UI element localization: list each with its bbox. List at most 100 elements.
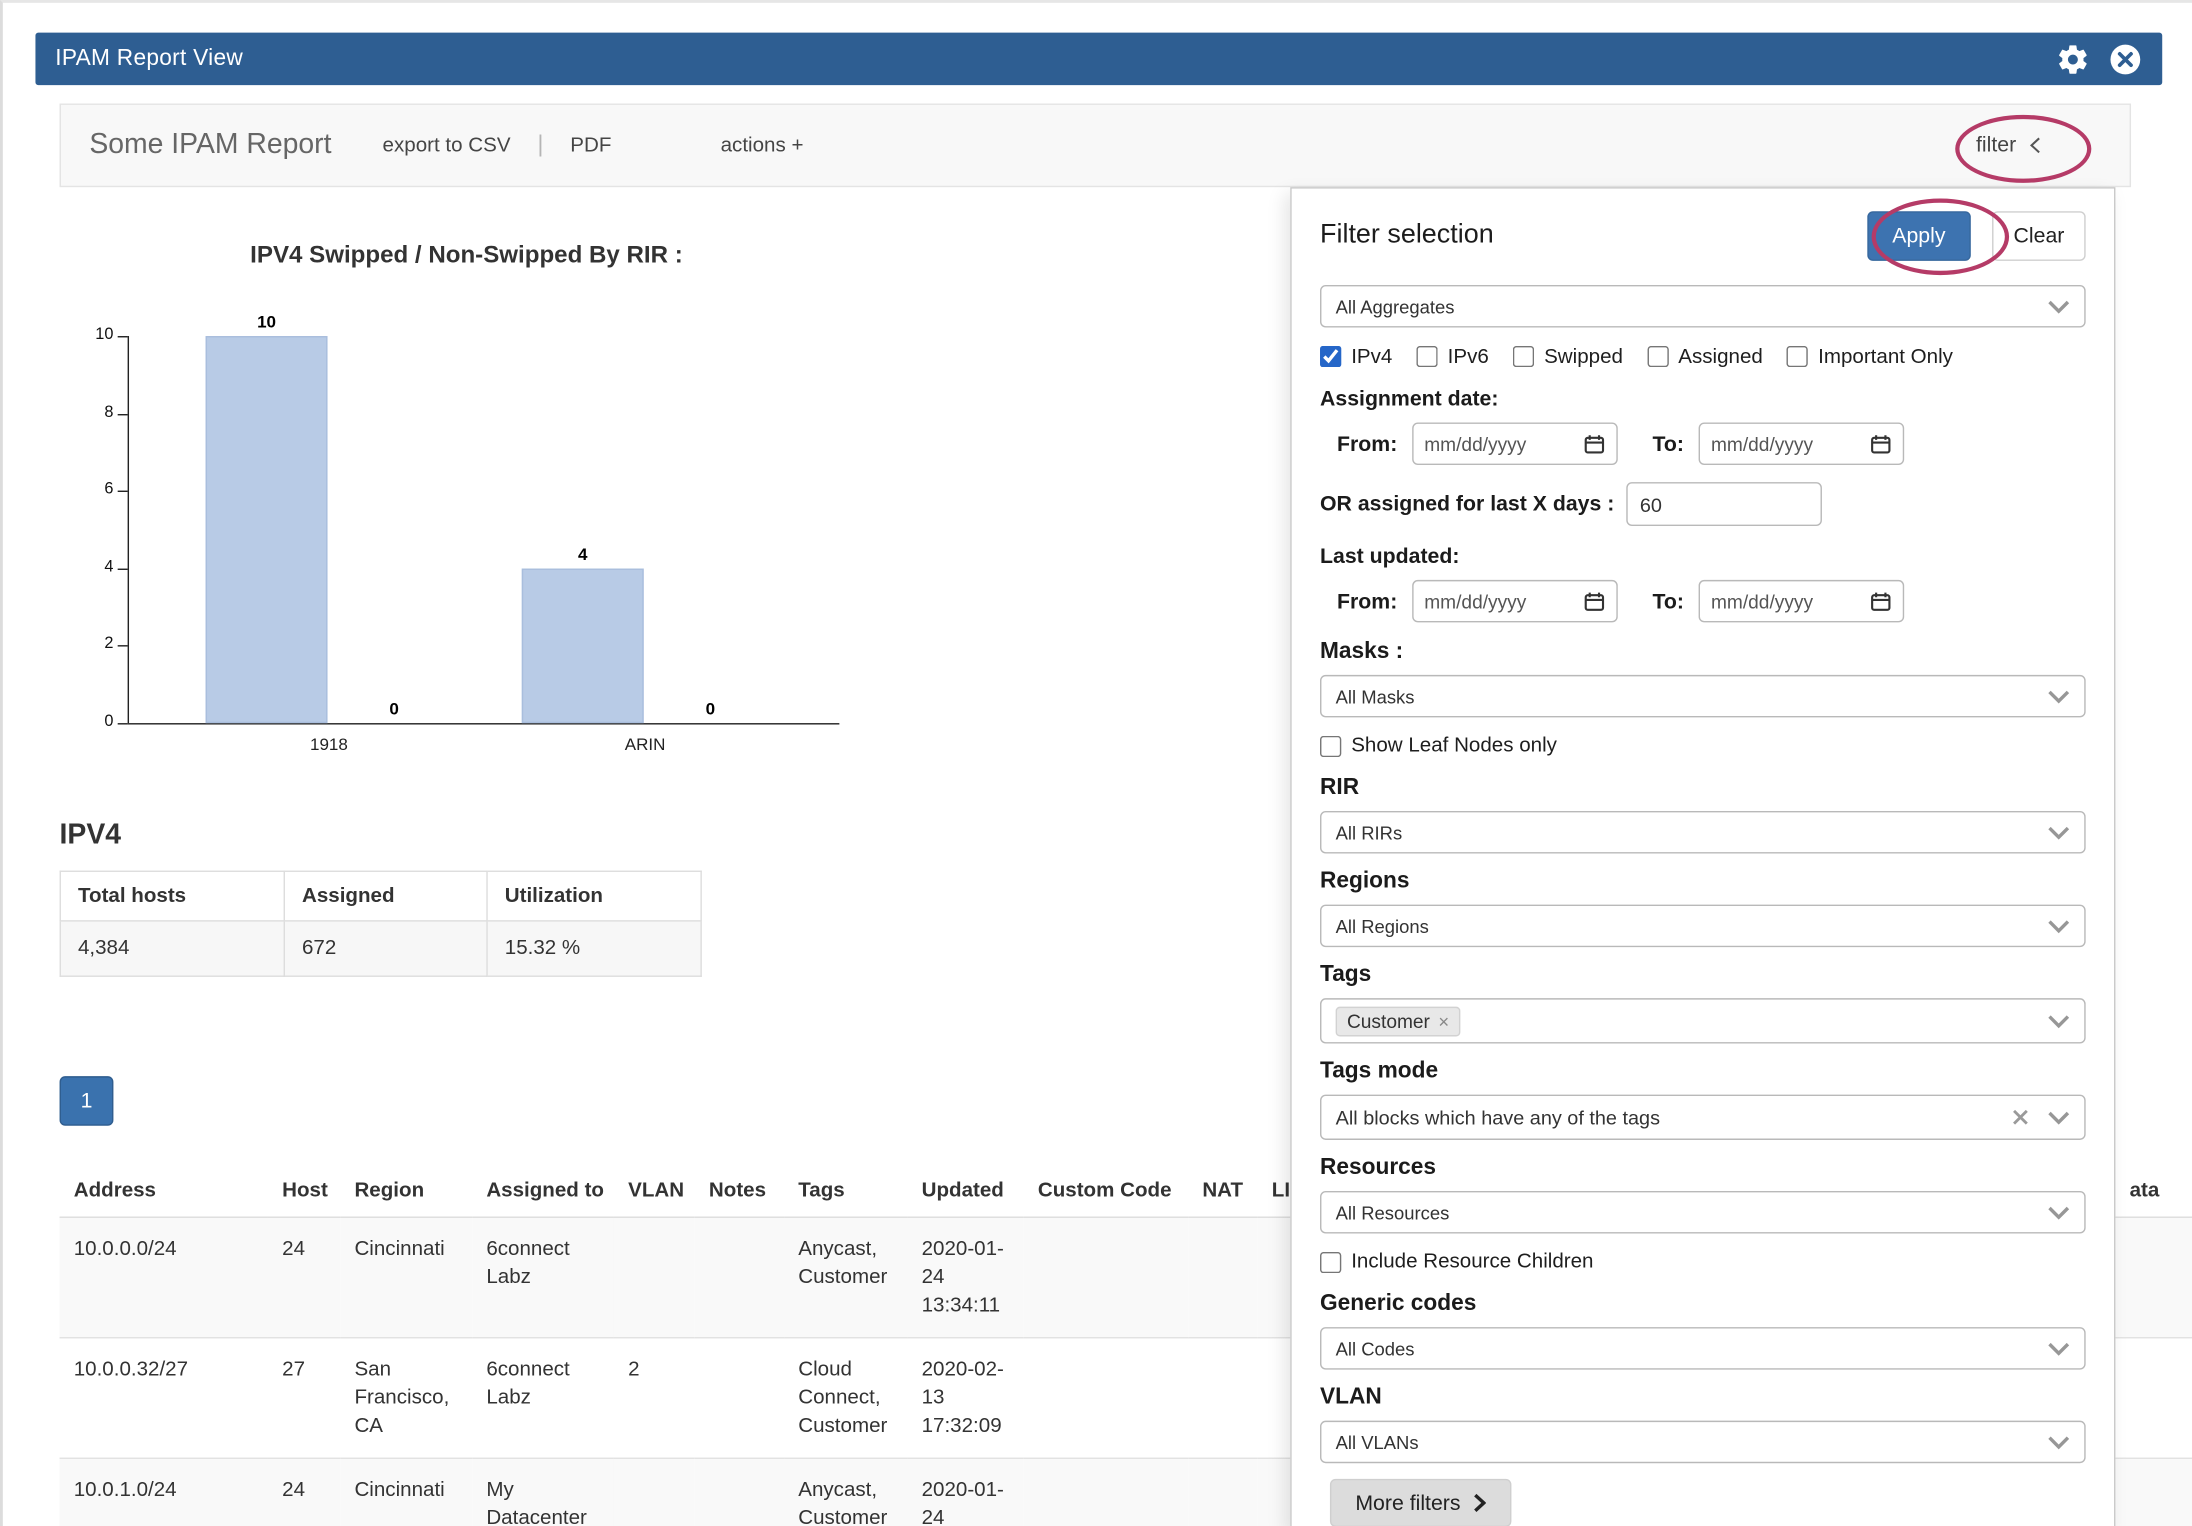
clear-button[interactable]: Clear	[1992, 211, 2085, 261]
y-tick-label: 10	[62, 326, 113, 343]
checkbox-assigned[interactable]: Assigned	[1647, 345, 1763, 368]
vlan-select-value: All VLANs	[1336, 1431, 1419, 1452]
checkbox-ipv4-input[interactable]	[1320, 346, 1341, 367]
bar-ARIN	[522, 568, 644, 723]
checkbox-swipped-input[interactable]	[1513, 346, 1534, 367]
updated-from-date-input[interactable]: mm/dd/yyyy	[1411, 580, 1617, 623]
filter-panel-title: Filter selection	[1320, 220, 1494, 251]
close-icon[interactable]	[2108, 42, 2142, 76]
chevron-down-icon	[2047, 1013, 2070, 1029]
updated-to-date-input[interactable]: mm/dd/yyyy	[1698, 580, 1904, 623]
table-cell	[2115, 1338, 2192, 1459]
pagination-page-1-button[interactable]: 1	[60, 1076, 114, 1126]
checkbox-important-only-input[interactable]	[1787, 346, 1808, 367]
chevron-down-icon	[2047, 1204, 2070, 1220]
table-cell: San Francisco, CA	[340, 1338, 472, 1459]
checkbox-label: Assigned	[1678, 345, 1763, 368]
checkbox-swipped[interactable]: Swipped	[1513, 345, 1623, 368]
actions-menu-button[interactable]: actions +	[721, 134, 804, 157]
vlan-select[interactable]: All VLANs	[1320, 1421, 2086, 1464]
table-cell: 2020-02-13 17:32:09	[907, 1338, 1023, 1459]
y-tick-label: 2	[62, 636, 113, 653]
checkbox-label: Important Only	[1818, 345, 1953, 368]
checkbox-label: Show Leaf Nodes only	[1351, 734, 1557, 757]
rir-select-value: All RIRs	[1336, 822, 1403, 843]
regions-select[interactable]: All Regions	[1320, 905, 2086, 948]
table-cell: 2	[614, 1338, 695, 1459]
y-tick-label: 4	[62, 558, 113, 575]
tags-mode-select[interactable]: All blocks which have any of the tags	[1320, 1095, 2086, 1140]
last-updated-date-row: From: mm/dd/yyyy To: mm/dd/yyyy	[1320, 580, 2086, 623]
checkbox-ipv6[interactable]: IPv6	[1416, 345, 1488, 368]
column-header-address: Address	[60, 1165, 268, 1217]
filter-toggle-button[interactable]: filter	[1976, 133, 2042, 157]
checkbox-label: IPv4	[1351, 345, 1392, 368]
assigned-last-x-days-row: OR assigned for last X days :	[1320, 482, 2086, 526]
remove-tag-icon[interactable]: ×	[1438, 1010, 1449, 1031]
more-filters-button[interactable]: More filters	[1330, 1479, 1511, 1526]
resources-select[interactable]: All Resources	[1320, 1191, 2086, 1234]
chevron-down-icon	[2047, 688, 2070, 704]
export-csv-link[interactable]: export to CSV	[383, 134, 511, 157]
y-tick-mark	[118, 568, 128, 569]
last-x-days-input[interactable]	[1626, 482, 1822, 526]
summary-col-total-hosts: Total hosts	[60, 871, 284, 921]
table-cell: Cincinnati	[340, 1217, 472, 1338]
checkbox-important-only[interactable]: Important Only	[1787, 345, 1953, 368]
generic-codes-select[interactable]: All Codes	[1320, 1327, 2086, 1370]
aggregates-select[interactable]: All Aggregates	[1320, 285, 2086, 328]
masks-select[interactable]: All Masks	[1320, 675, 2086, 718]
ipam-report-window: IPAM Report View Some IPAM Report export…	[0, 0, 2192, 1526]
summary-col-assigned: Assigned	[284, 871, 487, 921]
assignment-date-row: From: mm/dd/yyyy To: mm/dd/yyyy	[1320, 423, 2086, 466]
column-header-tags: Tags	[784, 1165, 907, 1217]
toolbar-separator: |	[537, 133, 543, 159]
assignment-from-date-input[interactable]: mm/dd/yyyy	[1411, 423, 1617, 466]
settings-gear-icon[interactable]	[2056, 42, 2090, 76]
checkbox-label: IPv6	[1448, 345, 1489, 368]
table-cell: 27	[268, 1338, 340, 1459]
tags-mode-select-value: All blocks which have any of the tags	[1336, 1106, 1660, 1129]
tags-select[interactable]: Customer ×	[1320, 998, 2086, 1043]
checkbox-label: Include Resource Children	[1351, 1251, 1593, 1274]
export-pdf-link[interactable]: PDF	[570, 134, 611, 157]
y-tick-label: 6	[62, 481, 113, 498]
assignment-to-date-input[interactable]: mm/dd/yyyy	[1698, 423, 1904, 466]
filter-panel: Filter selection Apply Clear All Aggrega…	[1290, 187, 2115, 1526]
last-x-days-label: OR assigned for last X days :	[1320, 492, 1614, 516]
y-tick-mark	[118, 646, 128, 647]
tag-chip-customer[interactable]: Customer ×	[1336, 1006, 1461, 1036]
date-placeholder: mm/dd/yyyy	[1711, 591, 1813, 612]
table-cell	[695, 1217, 784, 1338]
summary-total-hosts-value: 4,384	[60, 921, 284, 976]
rir-select[interactable]: All RIRs	[1320, 811, 2086, 854]
date-placeholder: mm/dd/yyyy	[1711, 433, 1813, 454]
checkbox-ipv6-input[interactable]	[1416, 346, 1437, 367]
table-cell: Anycast, Customer	[784, 1458, 907, 1526]
checkbox-ipv4[interactable]: IPv4	[1320, 345, 1392, 368]
include-resource-children-checkbox[interactable]: Include Resource Children	[1320, 1249, 1593, 1275]
x-category-label: ARIN	[574, 734, 716, 754]
show-leaf-nodes-checkbox-input[interactable]	[1320, 735, 1341, 756]
checkbox-assigned-input[interactable]	[1647, 346, 1668, 367]
report-toolbar: Some IPAM Report export to CSV | PDF act…	[60, 104, 2131, 188]
filter-toggle-label: filter	[1976, 133, 2016, 157]
tags-heading: Tags	[1320, 963, 2086, 989]
include-resource-children-checkbox-input[interactable]	[1320, 1251, 1341, 1272]
clear-selection-icon[interactable]	[2012, 1109, 2029, 1126]
generic-codes-select-value: All Codes	[1336, 1338, 1415, 1359]
table-cell: My Datacenter	[472, 1458, 614, 1526]
bar-value-label-zero: 0	[366, 699, 423, 719]
chevron-down-icon	[2047, 824, 2070, 840]
from-label: From:	[1337, 432, 1397, 456]
tags-mode-select-icons	[2012, 1109, 2070, 1126]
aggregates-select-value: All Aggregates	[1336, 296, 1455, 317]
apply-button[interactable]: Apply	[1867, 211, 1971, 261]
from-label: From:	[1337, 589, 1397, 613]
table-cell: 10.0.0.0/24	[60, 1217, 268, 1338]
show-leaf-nodes-checkbox[interactable]: Show Leaf Nodes only	[1320, 733, 1557, 759]
summary-data-row: 4,384 672 15.32 %	[60, 921, 701, 976]
table-cell	[1024, 1338, 1188, 1459]
column-header-vlan: VLAN	[614, 1165, 695, 1217]
table-cell: Cincinnati	[340, 1458, 472, 1526]
